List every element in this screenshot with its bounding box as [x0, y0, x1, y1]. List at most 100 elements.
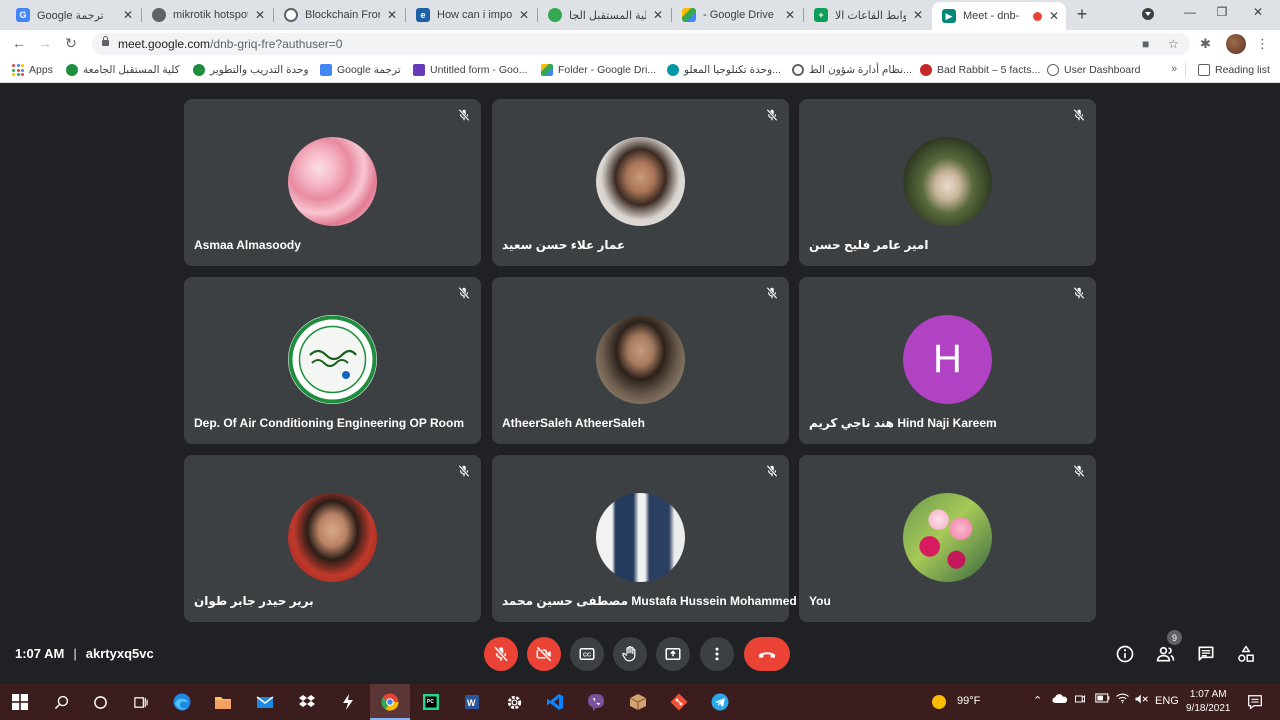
reload-icon[interactable]: ↻	[62, 35, 80, 52]
tab-google-meet[interactable]: ▶ Meet - dnb- ✕	[932, 2, 1066, 30]
bookmark-student-affairs[interactable]: نظام أدارة شؤون الط...	[792, 64, 912, 76]
activities-button[interactable]	[1235, 643, 1257, 665]
forward-arrow-icon[interactable]: →	[36, 35, 54, 51]
toggle-camera-button[interactable]	[527, 637, 561, 671]
close-icon[interactable]: ✕	[518, 8, 530, 22]
participant-tile[interactable]: H هند ناجي كريم Hind Naji Kareem	[799, 277, 1096, 444]
meeting-code[interactable]: akrtyxq5vc	[86, 646, 154, 661]
new-tab-button[interactable]: +	[1072, 4, 1092, 24]
bookmark-college[interactable]: كلية المستقبل الجامعة	[66, 64, 180, 76]
edge-icon[interactable]	[171, 691, 193, 713]
git-icon[interactable]	[668, 691, 690, 713]
cortana-icon[interactable]	[89, 691, 111, 713]
settings-gear-icon[interactable]	[503, 691, 525, 713]
vscode-icon[interactable]	[544, 691, 566, 713]
weather-temperature[interactable]: 99°F	[957, 695, 980, 707]
profile-avatar[interactable]	[1226, 34, 1246, 54]
tab-google-drive[interactable]: - Google Drive ✕	[672, 2, 802, 28]
input-language[interactable]: ENG	[1155, 695, 1179, 707]
task-view-icon[interactable]	[129, 691, 151, 713]
maximize-icon[interactable]: ❐	[1212, 5, 1232, 23]
captions-button[interactable]: CC	[570, 637, 604, 671]
close-icon[interactable]: ✕	[386, 8, 398, 22]
back-arrow-icon[interactable]: ←	[10, 35, 28, 51]
close-icon[interactable]: ✕	[122, 8, 134, 22]
mic-off-icon	[766, 108, 778, 122]
mic-off-icon	[493, 646, 509, 662]
close-icon[interactable]: ✕	[1048, 9, 1060, 23]
more-bookmarks-button[interactable]: »	[1171, 63, 1177, 75]
participant-tile[interactable]: عمار علاء حسن سعيد	[492, 99, 789, 266]
bookmark-apps[interactable]: Apps	[12, 64, 53, 76]
raise-hand-button[interactable]	[613, 637, 647, 671]
pycharm-icon[interactable]: PC	[420, 691, 442, 713]
minimize-icon[interactable]: —	[1180, 5, 1200, 23]
windows-taskbar: PC W 99°F ⌃ ENG 1:07 AM 9/18/2021	[0, 684, 1280, 720]
people-button[interactable]	[1155, 643, 1177, 665]
viber-icon[interactable]	[585, 691, 607, 713]
bookmark-training[interactable]: وحدة التدريب والتطوير	[193, 64, 309, 76]
tab-how-can-i-import[interactable]: e How can i import ✕	[406, 2, 536, 28]
tab-title: Blockchain Fronte	[305, 9, 380, 21]
participant-tile[interactable]: مصطفى حسين محمد Mustafa Hussein Mohammed	[492, 455, 797, 622]
tab-google-translate[interactable]: G Google ترجمة ✕	[6, 2, 140, 28]
tab-blockchain[interactable]: Blockchain Fronte ✕	[274, 2, 404, 28]
word-icon[interactable]: W	[461, 691, 483, 713]
toggle-mic-button[interactable]	[484, 637, 518, 671]
participant-tile[interactable]: You	[799, 455, 1096, 622]
participant-tile[interactable]: Dep. Of Air Conditioning Engineering OP …	[184, 277, 481, 444]
mail-icon[interactable]	[254, 691, 276, 713]
onedrive-icon[interactable]	[1052, 693, 1068, 708]
bookmark-it-unit[interactable]: وحدة تكنلوجيا المعلو...	[667, 64, 781, 76]
bookmark-translate[interactable]: Google ترجمة	[320, 64, 401, 76]
lock-icon[interactable]	[102, 36, 109, 46]
tab-mikrotik[interactable]: mikrotik hotspot ✕	[142, 2, 272, 28]
bookmark-untitled-form[interactable]: Untitled form - Goo...	[413, 64, 527, 76]
present-now-button[interactable]	[656, 637, 690, 671]
wifi-icon[interactable]	[1115, 692, 1130, 707]
extensions-icon[interactable]: ✱	[1200, 36, 1211, 52]
telegram-icon[interactable]	[709, 691, 731, 713]
bookmark-drive-folder[interactable]: Folder - Google Dri...	[541, 64, 656, 76]
browser-menu-icon[interactable]: ⋮	[1256, 36, 1269, 52]
address-bar[interactable]: meet.google.com/dnb-griq-fre?authuser=0 …	[92, 33, 1190, 55]
bookmark-bad-rabbit[interactable]: Bad Rabbit – 5 facts...	[920, 64, 1040, 76]
participant-tile[interactable]: برير حيدر جابر طوان	[184, 455, 481, 622]
more-options-button[interactable]	[700, 637, 734, 671]
show-hidden-icons-icon[interactable]: ⌃	[1033, 694, 1042, 707]
chat-button[interactable]	[1195, 643, 1217, 665]
bookmark-user-dashboard[interactable]: User Dashboard	[1047, 64, 1140, 76]
weather-icon[interactable]	[928, 691, 950, 713]
participant-tile[interactable]: AtheerSaleh AtheerSaleh	[492, 277, 789, 444]
tab-college[interactable]: كلية المستقبل الجا ✕	[538, 2, 670, 28]
location-icon[interactable]	[1074, 693, 1086, 708]
winscp-icon[interactable]	[337, 691, 359, 713]
notifications-icon[interactable]	[1244, 691, 1266, 713]
close-icon[interactable]: ✕	[784, 8, 796, 22]
close-icon[interactable]: ✕	[254, 8, 266, 22]
battery-icon[interactable]	[1095, 693, 1111, 706]
tab-sheets[interactable]: + روابط القاعات الا ✕	[804, 2, 930, 28]
search-icon[interactable]	[50, 691, 72, 713]
leave-call-button[interactable]	[744, 637, 790, 671]
package-icon[interactable]	[627, 691, 649, 713]
reading-list-button[interactable]: Reading list	[1198, 64, 1270, 76]
site-icon	[667, 64, 679, 76]
file-explorer-icon[interactable]	[212, 691, 234, 713]
taskbar-clock[interactable]: 1:07 AM 9/18/2021	[1186, 688, 1231, 716]
windows-start-icon[interactable]	[9, 691, 31, 713]
tab-search-icon[interactable]	[1142, 8, 1154, 20]
chrome-icon[interactable]	[379, 691, 401, 713]
participant-tile[interactable]: Asmaa Almasoody	[184, 99, 481, 266]
bookmark-star-icon[interactable]: ☆	[1168, 37, 1179, 51]
meeting-info-button[interactable]	[1114, 643, 1136, 665]
participant-avatar	[288, 137, 377, 226]
volume-muted-icon[interactable]	[1134, 693, 1149, 708]
close-icon[interactable]: ✕	[912, 8, 924, 22]
camera-icon[interactable]: ■	[1142, 37, 1149, 51]
participant-tile[interactable]: امير عامر فليح حسن	[799, 99, 1096, 266]
window-close-icon[interactable]: ✕	[1248, 5, 1268, 23]
url-text[interactable]: meet.google.com/dnb-griq-fre?authuser=0	[118, 37, 342, 51]
dropbox-icon[interactable]	[296, 691, 318, 713]
close-icon[interactable]: ✕	[652, 8, 664, 22]
